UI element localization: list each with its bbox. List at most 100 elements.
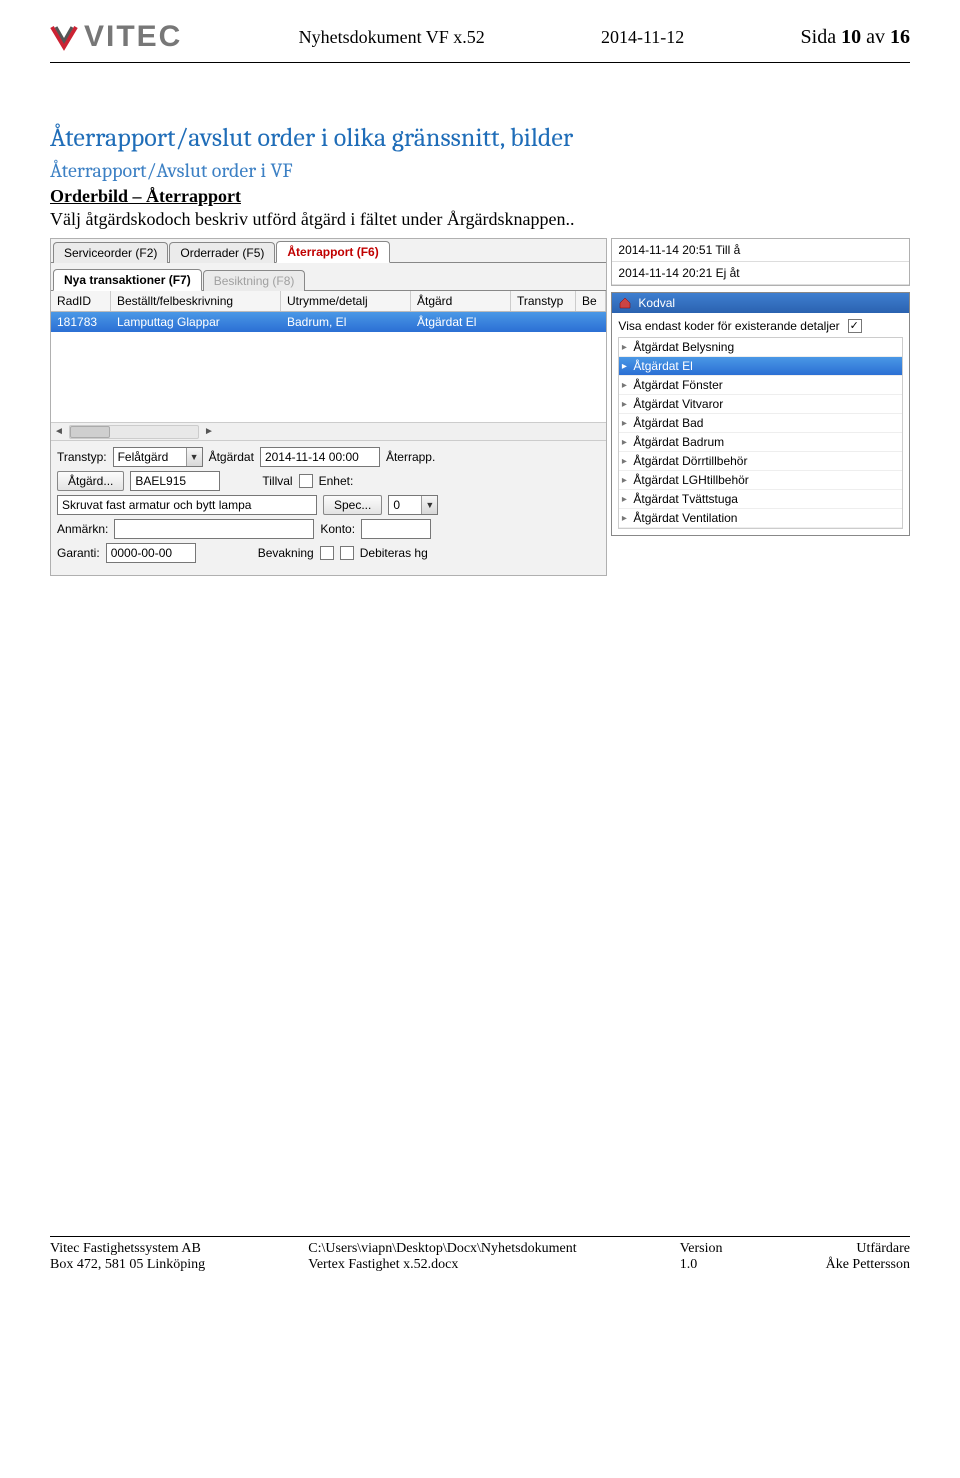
time-log-line-2: 2014-11-14 20:21 Ej åt — [612, 262, 909, 285]
kodval-item[interactable]: ▸Åtgärdat Fönster — [619, 376, 902, 395]
label-debiteras: Debiteras hg — [360, 546, 428, 560]
kodval-item[interactable]: ▸Åtgärdat Tvättstuga — [619, 490, 902, 509]
kodval-item-label: Åtgärdat Bad — [629, 414, 902, 432]
col-be[interactable]: Be — [576, 291, 606, 311]
logo-mark-icon — [50, 23, 78, 51]
label-transtyp: Transtyp: — [57, 450, 107, 464]
tab-nya-transaktioner[interactable]: Nya transaktioner (F7) — [53, 269, 202, 291]
grid-empty-area — [51, 332, 606, 422]
kodval-item-label: Åtgärdat LGHtillbehör — [629, 471, 902, 489]
footer-filename: Vertex Fastighet x.52.docx — [308, 1257, 576, 1273]
kodval-item[interactable]: ▸Åtgärdat Badrum — [619, 433, 902, 452]
kodval-filter-row: Visa endast koder för existerande detalj… — [618, 319, 903, 333]
col-transtyp[interactable]: Transtyp — [511, 291, 576, 311]
vitec-logo: VITEC — [50, 20, 182, 54]
scroll-left-icon[interactable]: ◄ — [51, 424, 67, 440]
tab-besiktning[interactable]: Besiktning (F8) — [203, 270, 306, 291]
doc-title: Nyhetsdokument VF x.52 — [299, 27, 485, 48]
input-atgardat[interactable] — [260, 447, 380, 467]
horizontal-scrollbar[interactable]: ◄ ► — [51, 422, 606, 440]
time-log: 2014-11-14 20:51 Till å 2014-11-14 20:21… — [611, 238, 910, 286]
kodval-title-text: Kodval — [638, 296, 675, 310]
tab-orderrader[interactable]: Orderrader (F5) — [169, 242, 275, 263]
label-bevakning: Bevakning — [258, 546, 314, 560]
col-radid[interactable]: RadID — [51, 291, 111, 311]
kodval-item[interactable]: ▸Åtgärdat Dörrtillbehör — [619, 452, 902, 471]
label-garanti: Garanti: — [57, 546, 100, 560]
table-header: RadID Beställt/felbeskrivning Utrymme/de… — [51, 291, 606, 312]
label-anmarkn: Anmärkn: — [57, 522, 108, 536]
chevron-right-icon: ▸ — [619, 418, 629, 429]
heading-level3: Orderbild – Återrapport — [50, 186, 910, 207]
house-icon — [618, 296, 632, 310]
dropdown-icon[interactable]: ▼ — [186, 448, 202, 466]
left-panel: Serviceorder (F2) Orderrader (F5) Återra… — [50, 238, 607, 576]
scroll-right-icon[interactable]: ► — [201, 424, 217, 440]
input-anmarkn[interactable] — [114, 519, 314, 539]
doc-date: 2014-11-12 — [601, 27, 684, 48]
kodval-item[interactable]: ▸Åtgärdat LGHtillbehör — [619, 471, 902, 490]
kodval-item[interactable]: ▸Åtgärdat Belysning — [619, 338, 902, 357]
kodval-item-label: Åtgärdat Belysning — [629, 338, 902, 356]
checkbox-bevakning[interactable] — [320, 546, 334, 560]
kodval-item[interactable]: ▸Åtgärdat Bad — [619, 414, 902, 433]
chevron-right-icon: ▸ — [619, 380, 629, 391]
chevron-right-icon: ▸ — [619, 475, 629, 486]
logo-text: VITEC — [84, 20, 182, 54]
spec-button[interactable]: Spec... — [323, 495, 382, 515]
col-bestallt[interactable]: Beställt/felbeskrivning — [111, 291, 281, 311]
checkbox-tillval[interactable] — [299, 474, 313, 488]
kodval-item[interactable]: ▸Åtgärdat Ventilation — [619, 509, 902, 528]
kodval-item-label: Åtgärdat Tvättstuga — [629, 490, 902, 508]
kodval-filter-label: Visa endast koder för existerande detalj… — [618, 319, 839, 333]
form-block: Transtyp: ▼ Åtgärdat Återrapp. Åtgärd... — [51, 440, 606, 575]
input-konto[interactable] — [361, 519, 431, 539]
chevron-right-icon: ▸ — [619, 513, 629, 524]
page-footer: Vitec Fastighetssystem AB Box 472, 581 0… — [0, 1236, 960, 1293]
chevron-right-icon: ▸ — [619, 361, 629, 372]
kodval-list: ▸Åtgärdat Belysning▸Åtgärdat El▸Åtgärdat… — [618, 337, 903, 529]
col-atgard[interactable]: Åtgärd — [411, 291, 511, 311]
kodval-titlebar[interactable]: Kodval — [612, 293, 909, 313]
tab-row-main: Serviceorder (F2) Orderrader (F5) Återra… — [51, 239, 606, 263]
scroll-track[interactable] — [69, 425, 199, 439]
kodval-item[interactable]: ▸Åtgärdat El — [619, 357, 902, 376]
dropdown-icon[interactable]: ▼ — [421, 496, 437, 514]
tab-row-sub: Nya transaktioner (F7) Besiktning (F8) — [51, 267, 606, 291]
chevron-right-icon: ▸ — [619, 456, 629, 467]
atgard-button[interactable]: Åtgärd... — [57, 471, 124, 491]
col-utrymme[interactable]: Utrymme/detalj — [281, 291, 411, 311]
label-konto: Konto: — [320, 522, 355, 536]
kodval-item-label: Åtgärdat Badrum — [629, 433, 902, 451]
tab-serviceorder[interactable]: Serviceorder (F2) — [53, 242, 168, 263]
input-atgardkod[interactable] — [130, 471, 220, 491]
input-description[interactable] — [57, 495, 317, 515]
chevron-right-icon: ▸ — [619, 342, 629, 353]
kodval-item-label: Åtgärdat Vitvaror — [629, 395, 902, 413]
scroll-thumb[interactable] — [70, 426, 110, 438]
footer-utfardare-label: Utfärdare — [826, 1241, 910, 1257]
time-log-line-1: 2014-11-14 20:51 Till å — [612, 239, 909, 262]
checkbox-kodval-filter[interactable] — [848, 319, 862, 333]
checkbox-debiteras[interactable] — [340, 546, 354, 560]
label-enhet: Enhet: — [319, 474, 354, 488]
label-tillval: Tillval — [262, 474, 292, 488]
chevron-right-icon: ▸ — [619, 399, 629, 410]
right-panel: 2014-11-14 20:51 Till å 2014-11-14 20:21… — [611, 238, 910, 536]
kodval-item-label: Åtgärdat El — [629, 357, 902, 375]
kodval-item-label: Åtgärdat Fönster — [629, 376, 902, 394]
body-paragraph: Välj åtgärdskodoch beskriv utförd åtgärd… — [50, 209, 910, 230]
page-header: VITEC Nyhetsdokument VF x.52 2014-11-12 … — [50, 20, 910, 60]
table-row[interactable]: 181783 Lamputtag Glappar Badrum, El Åtgä… — [51, 312, 606, 332]
footer-address: Box 472, 581 05 Linköping — [50, 1257, 205, 1273]
kodval-item[interactable]: ▸Åtgärdat Vitvaror — [619, 395, 902, 414]
label-atgardat: Åtgärdat — [209, 450, 254, 464]
footer-version-value: 1.0 — [680, 1257, 723, 1273]
input-garanti[interactable] — [106, 543, 196, 563]
chevron-right-icon: ▸ — [619, 494, 629, 505]
kodval-item-label: Åtgärdat Dörrtillbehör — [629, 452, 902, 470]
footer-utfardare-value: Åke Pettersson — [826, 1257, 910, 1273]
heading-level1: Återrapport/avslut order i olika gränssn… — [50, 123, 910, 153]
tab-aterrapport[interactable]: Återrapport (F6) — [276, 241, 389, 263]
footer-path: C:\Users\viapn\Desktop\Docx\Nyhetsdokume… — [308, 1241, 576, 1257]
